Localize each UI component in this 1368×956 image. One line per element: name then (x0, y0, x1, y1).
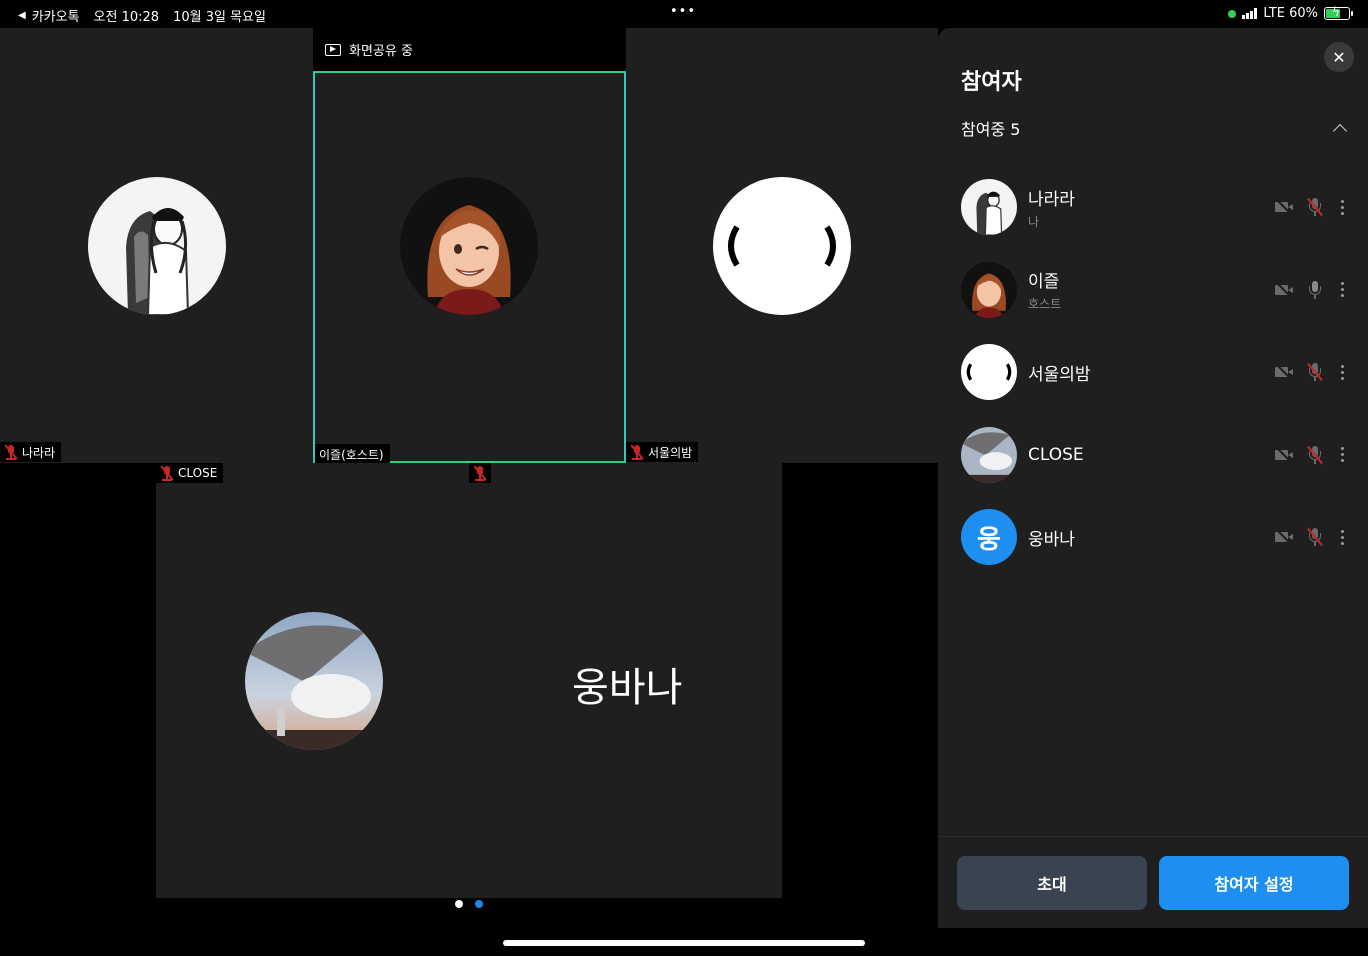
page-indicator[interactable] (455, 900, 483, 908)
signal-icon (1242, 8, 1258, 19)
participant-row-close[interactable]: CLOSE (961, 414, 1351, 497)
invite-button[interactable]: 초대 (957, 856, 1147, 910)
avatar-ijeul (400, 177, 538, 315)
page-dot-2[interactable] (475, 900, 483, 908)
more-options-icon[interactable] (1341, 529, 1345, 545)
avatar-narara (88, 177, 226, 315)
screen-share-icon (325, 43, 341, 56)
tile-name: 이즐(호스트) (319, 447, 384, 462)
more-options-icon[interactable] (1341, 364, 1345, 380)
video-tile-seoul-night[interactable]: 서울의밤 (626, 28, 938, 463)
camera-off-icon (1275, 200, 1293, 215)
mic-on-icon (1307, 280, 1323, 300)
participant-name: 서울의밤 (1028, 364, 1091, 385)
participant-role: 호스트 (1028, 297, 1062, 312)
participant-avatar (961, 261, 1017, 318)
participant-row-narara[interactable]: 나라라 나 (961, 166, 1351, 249)
more-options-icon[interactable] (1341, 282, 1345, 298)
close-panel-button[interactable]: ✕ (1324, 42, 1354, 72)
video-tile-narara[interactable]: 나라라 (0, 28, 313, 463)
tile-name: 서울의밤 (648, 445, 693, 460)
mic-muted-icon (630, 444, 644, 460)
mic-muted-icon (1307, 445, 1323, 465)
mic-muted-icon (4, 444, 18, 460)
participant-name: 나라라 (1028, 189, 1075, 210)
more-options-icon[interactable] (1341, 199, 1345, 215)
participant-name: 웅바나 (1028, 529, 1075, 550)
participant-name: CLOSE (1028, 444, 1084, 465)
camera-in-use-indicator (1228, 9, 1237, 18)
battery-icon: ϟ (1324, 5, 1353, 20)
participants-panel: 참여자 ✕ 참여중 5 나라라 나 이즐 호스트 서울의밤 CLOSE 웅 웅바… (938, 28, 1368, 928)
participant-avatar (961, 344, 1017, 401)
status-bar: ◀ 카카오톡 오전 10:28 10월 3일 목요일 ••• LTE 60% ϟ (0, 0, 1368, 28)
participant-avatar (961, 426, 1017, 483)
close-icon: ✕ (1332, 47, 1346, 67)
status-date: 10월 3일 목요일 (173, 10, 266, 25)
participant-avatar: 웅 (961, 509, 1017, 566)
back-arrow-icon[interactable]: ◀ (18, 10, 26, 21)
name-tag-narara: 나라라 (0, 442, 62, 462)
network-label: LTE 60% (1263, 6, 1318, 21)
avatar-letter: 웅 (977, 524, 1001, 555)
mic-muted-icon (473, 465, 487, 481)
participant-avatar (961, 179, 1017, 236)
participant-list: 나라라 나 이즐 호스트 서울의밤 CLOSE 웅 웅바나 (961, 166, 1351, 579)
status-time: 오전 10:28 (93, 10, 160, 25)
screen-share-banner: 화면공유 중 (313, 28, 626, 71)
video-tile-ijeul[interactable]: 이즐(호스트) (313, 71, 626, 464)
camera-off-icon (1275, 530, 1293, 545)
name-tag-seoul-night: 서울의밤 (626, 442, 699, 462)
multitask-dots-icon[interactable]: ••• (670, 4, 696, 19)
participant-count-row[interactable]: 참여중 5 (961, 116, 1351, 140)
video-tile-close-wungbana[interactable]: CLOSE (156, 463, 782, 898)
mic-muted-icon (1307, 197, 1323, 217)
participant-settings-button[interactable]: 참여자 설정 (1159, 856, 1349, 910)
chevron-up-icon[interactable] (1332, 123, 1348, 139)
participant-count-label: 참여중 5 (961, 120, 1021, 139)
participant-row-wungbana[interactable]: 웅 웅바나 (961, 496, 1351, 579)
name-tag-ijeul: 이즐(호스트) (315, 444, 390, 464)
panel-title: 참여자 (961, 70, 1022, 95)
screen-share-label: 화면공유 중 (349, 44, 413, 59)
name-tag-close: CLOSE (156, 463, 224, 483)
tile-name: 나라라 (22, 445, 56, 460)
participant-row-ijeul[interactable]: 이즐 호스트 (961, 249, 1351, 332)
name-tag-wungbana (469, 463, 491, 483)
avatar-close (245, 612, 383, 750)
tile-name: CLOSE (178, 466, 218, 480)
camera-off-icon (1275, 365, 1293, 380)
status-left: ◀ 카카오톡 오전 10:28 10월 3일 목요일 (18, 6, 266, 25)
camera-off-icon (1275, 282, 1293, 297)
home-indicator[interactable] (503, 940, 865, 946)
participant-role: 나 (1028, 214, 1040, 229)
avatar-seoul-night (713, 177, 851, 315)
back-app-label[interactable]: 카카오톡 (32, 6, 80, 25)
panel-divider (938, 836, 1368, 837)
mic-muted-icon (1307, 527, 1323, 547)
page-dot-1[interactable] (455, 900, 463, 908)
participant-name: 이즐 (1028, 272, 1060, 293)
camera-off-icon (1275, 447, 1293, 462)
mic-muted-icon (160, 465, 174, 481)
tile-display-name-wungbana: 웅바나 (572, 665, 683, 711)
mic-muted-icon (1307, 362, 1323, 382)
status-right: LTE 60% ϟ (1228, 5, 1353, 21)
more-options-icon[interactable] (1341, 447, 1345, 463)
participant-row-seoul-night[interactable]: 서울의밤 (961, 331, 1351, 414)
